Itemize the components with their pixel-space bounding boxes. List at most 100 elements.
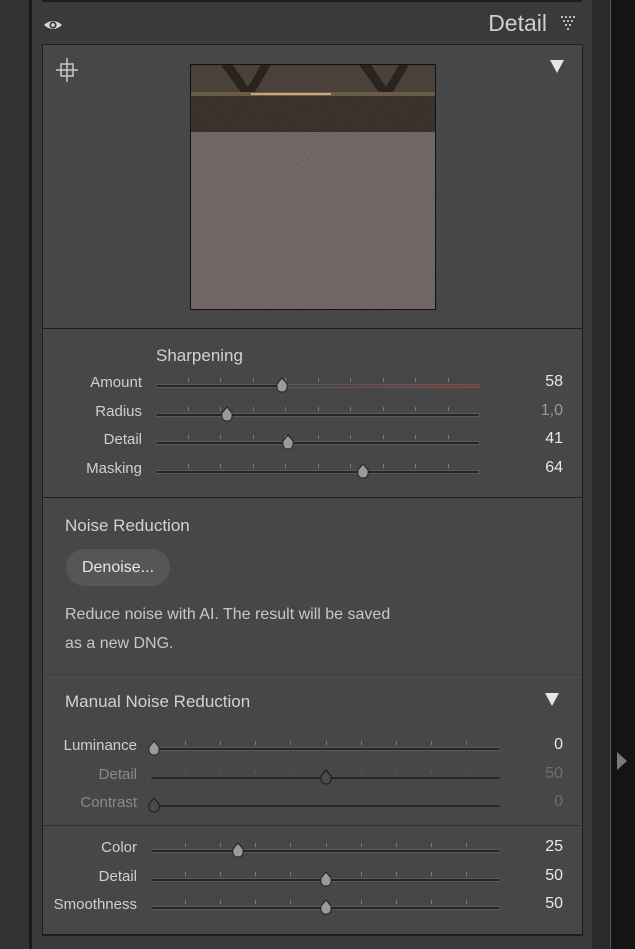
- slider-label-smoothness: Smoothness: [53, 896, 137, 914]
- slider-tick: [430, 843, 432, 847]
- denoise-button[interactable]: Denoise...: [66, 549, 170, 586]
- slider-value-radius[interactable]: 1,0: [503, 402, 563, 420]
- target-adjustment-icon[interactable]: [56, 58, 78, 82]
- slider-tick: [395, 871, 397, 876]
- slider-tick: [360, 741, 362, 745]
- slider-tick: [350, 464, 351, 469]
- denoise-description-line-2: as a new DNG.: [65, 635, 174, 652]
- slider-tick: [465, 900, 467, 905]
- slider-track-contrast[interactable]: [150, 804, 501, 809]
- slider-tick: [317, 435, 319, 440]
- slider-thumb-color[interactable]: [231, 842, 245, 858]
- eye-icon[interactable]: [42, 14, 64, 36]
- detail-preview-image[interactable]: [190, 64, 436, 310]
- slider-tick: [290, 769, 292, 774]
- slider-tick: [465, 769, 467, 774]
- slider-value-color[interactable]: 25: [503, 838, 563, 856]
- slider-fill: [282, 385, 479, 387]
- slider-tick: [220, 900, 222, 905]
- slider-track-amount[interactable]: [155, 384, 480, 388]
- slider-row-luminance: Luminance 0: [17, 735, 563, 759]
- slider-tick: [430, 741, 432, 745]
- slider-tick: [325, 741, 327, 745]
- slider-label-detail: Detail: [98, 765, 137, 783]
- slider-tick: [360, 843, 362, 847]
- slider-value-detail[interactable]: 50: [503, 765, 563, 783]
- panel-menu-icon[interactable]: [560, 15, 578, 33]
- slider-row-detail: Detail 50: [17, 764, 563, 788]
- slider-tick: [465, 741, 467, 745]
- slider-tick: [255, 798, 257, 803]
- slider-value-detail[interactable]: 50: [503, 867, 563, 885]
- slider-thumb-amount[interactable]: [275, 377, 289, 393]
- slider-tick: [325, 843, 327, 847]
- slider-value-contrast[interactable]: 0: [503, 793, 563, 811]
- slider-track-luminance[interactable]: [150, 747, 501, 751]
- right-panel-edge: [611, 0, 635, 949]
- slider-label-detail: Detail: [98, 867, 137, 885]
- slider-track-masking[interactable]: [155, 470, 480, 475]
- slider-value-luminance[interactable]: 0: [503, 736, 563, 754]
- slider-tick: [350, 435, 351, 440]
- slider-tick: [447, 464, 449, 469]
- slider-tick: [447, 406, 449, 411]
- slider-track-detail[interactable]: [155, 441, 480, 446]
- triangle-down-icon[interactable]: [545, 693, 559, 706]
- slider-tick: [290, 741, 292, 745]
- slider-value-masking[interactable]: 64: [503, 459, 563, 477]
- slider-tick: [220, 435, 221, 440]
- slider-tick: [465, 871, 467, 876]
- manual-noise-reduction-heading[interactable]: Manual Noise Reduction: [65, 692, 250, 712]
- slider-value-amount[interactable]: 58: [503, 373, 563, 391]
- slider-tick: [185, 769, 187, 774]
- slider-tick: [430, 769, 432, 774]
- slider-tick: [395, 741, 397, 745]
- slider-tick: [465, 843, 467, 847]
- slider-value-detail[interactable]: 41: [503, 430, 563, 448]
- slider-row-detail: Detail 50: [17, 866, 563, 890]
- slider-row-amount: Amount 58: [22, 372, 563, 396]
- slider-tick: [360, 871, 362, 876]
- slider-tick: [252, 435, 254, 440]
- slider-value-smoothness[interactable]: 50: [503, 895, 563, 913]
- slider-label-contrast: Contrast: [80, 794, 137, 812]
- slider-tick: [220, 741, 222, 745]
- section-divider: [43, 674, 582, 675]
- sharpening-heading: Sharpening: [156, 346, 243, 365]
- slider-tick: [382, 435, 384, 440]
- triangle-right-icon[interactable]: [617, 752, 627, 770]
- slider-tick: [220, 871, 222, 876]
- slider-tick: [220, 378, 221, 382]
- panel-title[interactable]: Detail: [488, 10, 547, 37]
- slider-thumb-detail[interactable]: [319, 768, 333, 785]
- slider-tick: [220, 464, 221, 469]
- slider-label-luminance: Luminance: [63, 737, 137, 754]
- slider-thumb-contrast[interactable]: [147, 797, 161, 813]
- slider-tick: [465, 798, 467, 803]
- slider-track-radius[interactable]: [155, 412, 480, 417]
- slider-tick: [187, 435, 189, 440]
- slider-tick: [360, 798, 362, 803]
- slider-track-color[interactable]: [150, 849, 501, 853]
- slider-row-smoothness: Smoothness 50: [17, 894, 563, 918]
- slider-tick: [382, 464, 384, 469]
- slider-row-radius: Radius 1,0: [22, 401, 563, 425]
- slider-tick: [447, 378, 449, 382]
- slider-thumb-detail[interactable]: [319, 870, 333, 887]
- slider-tick: [290, 798, 292, 803]
- triangle-down-icon[interactable]: [550, 60, 564, 73]
- slider-tick: [317, 378, 319, 382]
- denoise-description-line-1: Reduce noise with AI. The result will be…: [65, 606, 391, 623]
- slider-tick: [350, 406, 351, 411]
- slider-thumb-radius[interactable]: [220, 405, 234, 422]
- slider-thumb-masking[interactable]: [356, 463, 370, 479]
- panel-scroll-gutter[interactable]: [592, 0, 611, 949]
- slider-tick: [187, 406, 189, 411]
- slider-thumb-detail[interactable]: [281, 434, 295, 450]
- slider-thumb-luminance[interactable]: [147, 740, 161, 756]
- slider-tick: [360, 769, 362, 774]
- slider-tick: [185, 900, 187, 905]
- slider-tick: [350, 378, 351, 382]
- slider-thumb-smoothness[interactable]: [319, 899, 333, 915]
- slider-label-detail: Detail: [103, 431, 142, 449]
